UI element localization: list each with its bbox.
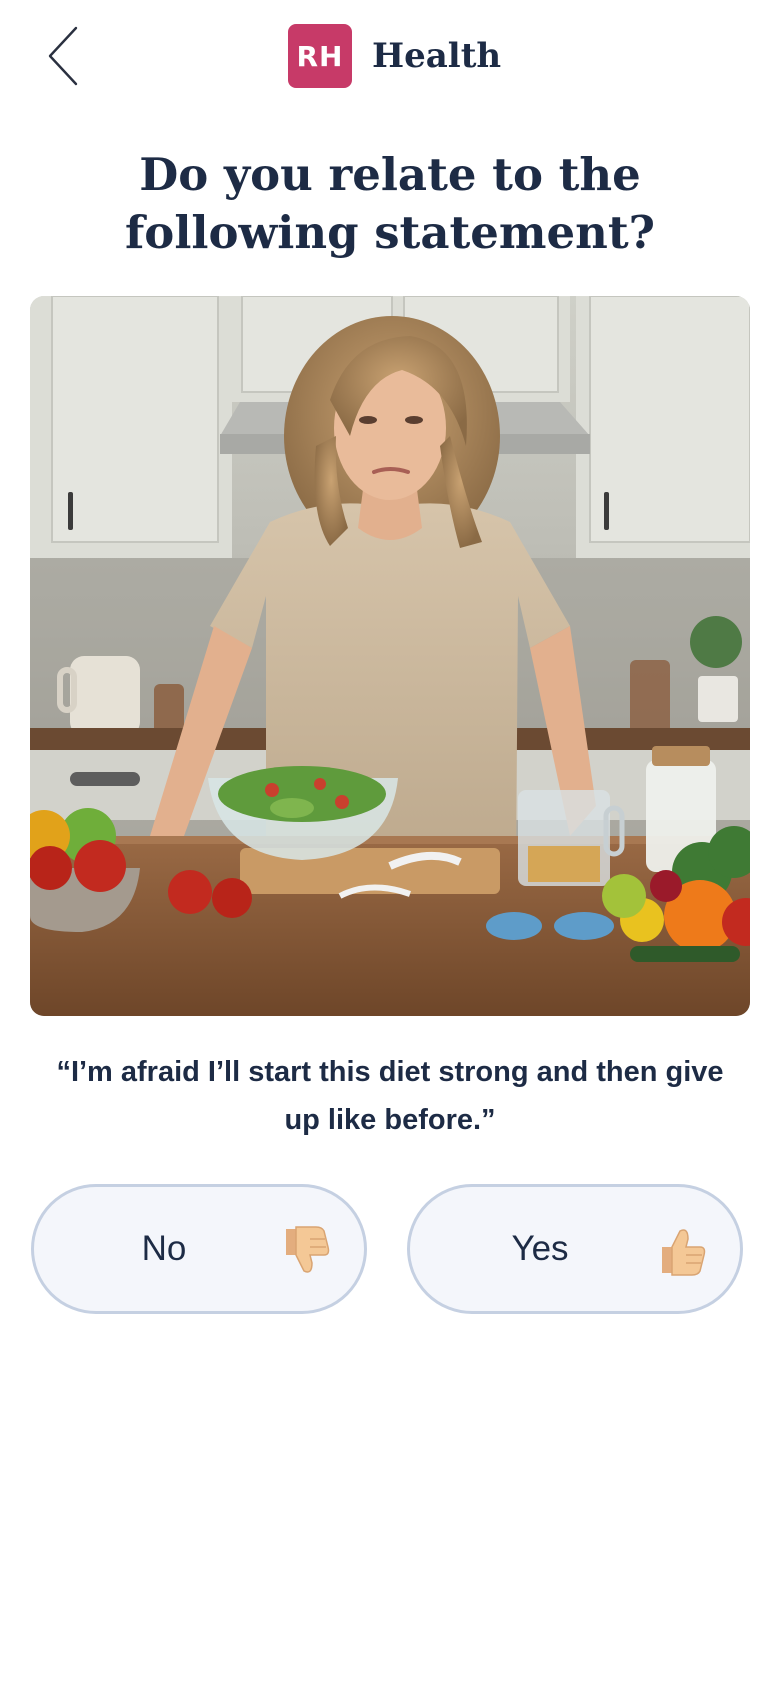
yes-label: Yes (511, 1229, 569, 1268)
question-title: Do you relate to the following statement… (124, 148, 656, 259)
brand-name: Health (372, 36, 502, 76)
yes-button[interactable]: Yes (407, 1184, 743, 1314)
statement-image (30, 296, 750, 1016)
chevron-left-icon (48, 26, 78, 86)
statement-text: “I’m afraid I’ll start this diet strong … (56, 1056, 724, 1136)
back-button[interactable] (40, 22, 88, 90)
no-label: No (141, 1229, 187, 1268)
no-button[interactable]: No (31, 1184, 367, 1314)
app-header: RH Health (0, 0, 780, 112)
brand: RH Health (288, 24, 501, 88)
kitchen-illustration (30, 296, 750, 1016)
thumbs-down-icon (286, 1226, 330, 1273)
thumbs-up-icon (662, 1229, 706, 1276)
brand-logo: RH (288, 24, 352, 88)
